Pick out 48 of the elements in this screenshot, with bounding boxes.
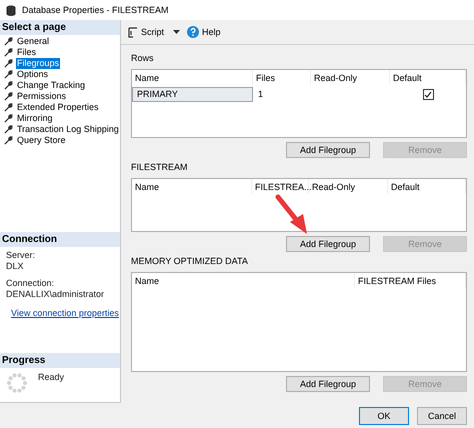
sidebar-item[interactable]: Change Tracking	[16, 80, 86, 91]
checkbox[interactable]	[422, 89, 434, 100]
column-header: Read-Only	[311, 70, 390, 85]
column-header: Name	[132, 179, 252, 194]
spinner-icon	[6, 372, 28, 394]
sidebar-item[interactable]: Filegroups	[16, 58, 60, 69]
help-icon	[187, 26, 200, 38]
sidebar-item[interactable]: Mirroring	[16, 113, 54, 124]
dropdown-caret-icon[interactable]	[173, 30, 180, 34]
column-header: Files	[253, 70, 311, 85]
cancel-button[interactable]: Cancel	[417, 406, 467, 424]
script-button[interactable]: Script	[127, 26, 164, 38]
sidebar-item[interactable]: General	[16, 36, 50, 47]
sidebar-item[interactable]: Options	[16, 69, 50, 80]
sidebar-item[interactable]: Extended Properties	[16, 102, 100, 113]
column-header: Default	[390, 70, 466, 85]
sidebar-item[interactable]: Files	[16, 47, 38, 58]
server-label: Server:	[6, 250, 36, 261]
sidebar-item[interactable]: Transaction Log Shipping	[16, 124, 120, 135]
progress-status: Ready	[38, 372, 64, 383]
script-icon	[127, 26, 138, 38]
ok-button[interactable]: OK	[359, 406, 409, 424]
table-cell: PRIMARY	[132, 87, 253, 102]
sidebar-item[interactable]: Query Store	[16, 135, 67, 146]
column-header: FILESTREAM Files	[355, 273, 466, 288]
database-icon	[6, 4, 16, 16]
add-filegroup-button[interactable]: Add Filegroup	[286, 142, 370, 158]
arrow-drawing	[276, 194, 307, 234]
section-header: Select a page	[0, 20, 120, 35]
connection-value: DENALLIX\administrator	[6, 289, 106, 300]
window-title: Database Properties - FILESTREAM	[22, 4, 169, 16]
sidebar-item[interactable]: Permissions	[16, 91, 68, 102]
section-title: Rows	[131, 53, 154, 64]
section-title: MEMORY OPTIMIZED DATA	[131, 256, 248, 267]
connection-label: Connection:	[6, 278, 56, 289]
section-title: FILESTREAM	[131, 162, 188, 173]
help-button[interactable]: Help	[187, 26, 221, 38]
column-header: Default	[388, 179, 466, 194]
connection-properties-link[interactable]: View connection properties	[11, 308, 119, 319]
server-value: DLX	[6, 261, 25, 272]
column-header: Name	[132, 70, 253, 85]
column-header: Name	[132, 273, 355, 288]
section-header: Connection	[0, 232, 120, 247]
section-header: Progress	[0, 353, 120, 368]
column-header: Read-Only	[309, 179, 388, 194]
add-filegroup-button[interactable]: Add Filegroup	[286, 376, 370, 392]
column-header: FILESTREA...	[252, 179, 309, 194]
add-filegroup-button[interactable]: Add Filegroup	[286, 236, 370, 252]
